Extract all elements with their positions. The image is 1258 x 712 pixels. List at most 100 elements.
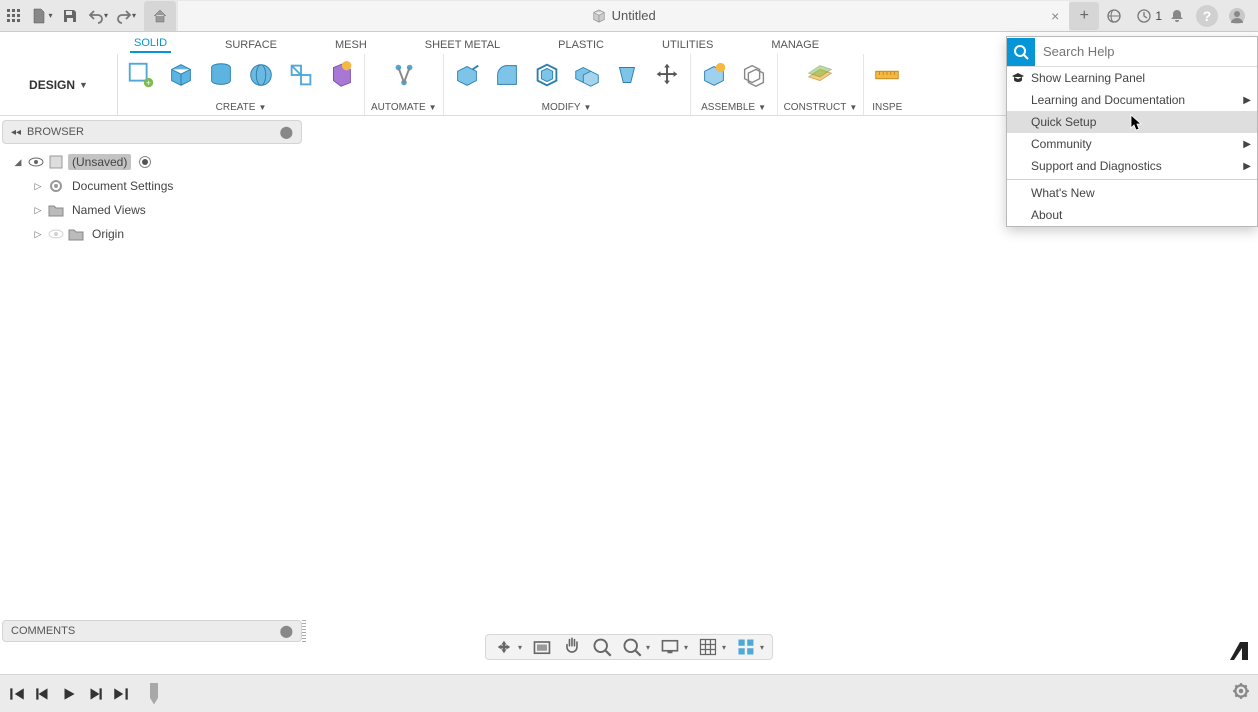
activate-radio[interactable] [139,156,151,168]
menu-item-about[interactable]: About [1007,204,1257,226]
revolve-icon[interactable] [244,58,278,92]
redo-icon[interactable]: ▾ [112,2,140,30]
construct-group-label[interactable]: CONSTRUCT▼ [784,102,858,113]
menu-item-community[interactable]: Community ▶ [1007,133,1257,155]
browser-title: BROWSER [27,126,84,138]
move-icon[interactable] [650,58,684,92]
display-settings-icon[interactable] [660,637,680,657]
root-label[interactable]: (Unsaved) [68,154,131,170]
browser-header[interactable]: ◂◂ BROWSER ⬤ [2,120,302,144]
press-pull-icon[interactable] [450,58,484,92]
automate-group-label[interactable]: AUTOMATE▼ [371,102,437,113]
zoom-icon[interactable] [592,637,612,657]
workspace-label: DESIGN [29,78,75,92]
extrude-icon[interactable] [204,58,238,92]
assemble-group-label[interactable]: ASSEMBLE▼ [701,102,766,113]
orbit-icon[interactable] [494,637,514,657]
submenu-arrow-icon: ▶ [1243,161,1251,172]
help-search-input[interactable] [1035,44,1257,59]
fillet-icon[interactable] [490,58,524,92]
comments-panel-header[interactable]: COMMENTS ⬤ [2,620,302,642]
folder-icon [68,226,84,242]
sweep-icon[interactable] [284,58,318,92]
visibility-hidden-icon[interactable] [48,226,64,242]
user-avatar-icon[interactable] [1222,2,1252,30]
tab-plastic[interactable]: PLASTIC [554,37,608,53]
node-label: Origin [88,226,128,242]
help-search-row [1007,37,1257,67]
viewport-layout-icon[interactable] [736,637,756,657]
tab-solid[interactable]: SOLID [130,35,171,53]
menu-label: Support and Diagnostics [1031,159,1162,173]
document-title: Untitled [612,8,656,23]
timeline-next-icon[interactable] [86,685,104,703]
workspace-switcher[interactable]: DESIGN ▼ [0,54,118,115]
timeline-last-icon[interactable] [112,685,130,703]
collapse-icon[interactable]: ◢ [12,157,24,168]
menu-item-show-learning-panel[interactable]: Show Learning Panel [1007,67,1257,89]
joint-icon[interactable] [737,58,771,92]
new-tab-button[interactable]: + [1069,2,1099,30]
expand-icon[interactable]: ▷ [32,205,44,216]
look-at-icon[interactable] [532,637,552,657]
timeline-prev-icon[interactable] [34,685,52,703]
ribbon-group-automate: AUTOMATE▼ [365,54,444,115]
panel-resize-handle[interactable] [302,620,306,642]
home-button[interactable] [144,1,176,31]
menu-item-whats-new[interactable]: What's New [1007,182,1257,204]
help-icon[interactable]: ? [1196,5,1218,27]
create-group-label[interactable]: CREATE▼ [216,102,267,113]
new-sketch-icon[interactable]: + [124,58,158,92]
pan-icon[interactable] [562,637,582,657]
combine-icon[interactable] [570,58,604,92]
app-grid-icon[interactable] [0,2,28,30]
menu-item-quick-setup[interactable]: Quick Setup [1007,111,1257,133]
browser-panel: ◂◂ BROWSER ⬤ ◢ (Unsaved) ▷ Document Sett… [2,120,302,246]
menu-item-support-diagnostics[interactable]: Support and Diagnostics ▶ [1007,155,1257,177]
draft-icon[interactable] [610,58,644,92]
expand-icon[interactable]: ▷ [32,181,44,192]
node-label: Named Views [68,202,150,218]
tab-utilities[interactable]: UTILITIES [658,37,717,53]
close-tab-icon[interactable]: × [1051,8,1059,24]
tab-manage[interactable]: MANAGE [767,37,823,53]
notifications-icon[interactable] [1162,2,1192,30]
expand-icon[interactable]: ▷ [32,229,44,240]
timeline-play-icon[interactable] [60,685,78,703]
tree-item-document-settings[interactable]: ▷ Document Settings [32,174,302,198]
browser-tree: ◢ (Unsaved) ▷ Document Settings ▷ Named … [2,144,302,246]
loft-icon[interactable] [324,58,358,92]
visibility-icon[interactable] [28,154,44,170]
menu-item-learning-docs[interactable]: Learning and Documentation ▶ [1007,89,1257,111]
timeline-settings-icon[interactable] [1232,682,1250,705]
expand-icon[interactable]: ⬤ [280,624,293,638]
submenu-arrow-icon: ▶ [1243,95,1251,106]
file-menu-icon[interactable]: ▾ [28,2,56,30]
extensions-icon[interactable] [1099,2,1129,30]
tab-sheet-metal[interactable]: SHEET METAL [421,37,504,53]
inspect-group-label[interactable]: INSPE [872,102,902,113]
new-component-icon[interactable] [697,58,731,92]
collapse-left-icon[interactable]: ◂◂ [11,127,21,138]
timeline-playhead[interactable] [150,683,158,705]
zoom-window-icon[interactable] [622,637,642,657]
measure-icon[interactable] [870,58,904,92]
search-icon[interactable] [1007,38,1035,66]
document-tab[interactable]: Untitled × [178,1,1069,31]
modify-group-label[interactable]: MODIFY▼ [542,102,592,113]
timeline-first-icon[interactable] [8,685,26,703]
automate-icon[interactable] [387,58,421,92]
menu-label: Learning and Documentation [1031,93,1185,107]
box-icon[interactable] [164,58,198,92]
grid-settings-icon[interactable] [698,637,718,657]
tree-root[interactable]: ◢ (Unsaved) [12,150,302,174]
tree-item-origin[interactable]: ▷ Origin [32,222,302,246]
save-icon[interactable] [56,2,84,30]
shell-icon[interactable] [530,58,564,92]
tab-mesh[interactable]: MESH [331,37,371,53]
undo-icon[interactable]: ▾ [84,2,112,30]
tree-item-named-views[interactable]: ▷ Named Views [32,198,302,222]
plane-icon[interactable] [803,58,837,92]
tab-surface[interactable]: SURFACE [221,37,281,53]
options-icon[interactable]: ⬤ [280,125,293,139]
